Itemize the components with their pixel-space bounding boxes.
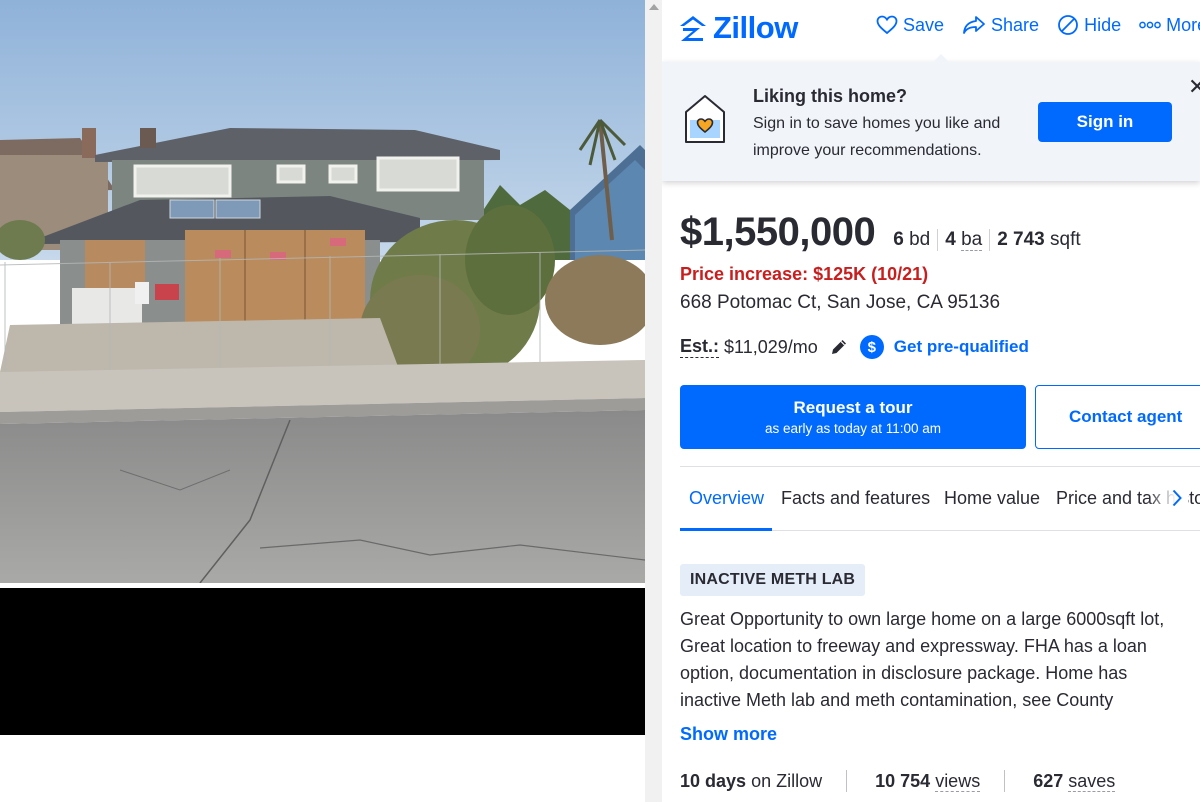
listing-price: $1,550,000 — [680, 210, 876, 254]
sqft-unit: sqft — [1050, 229, 1081, 250]
active-tab-indicator — [680, 528, 772, 531]
hide-label: Hide — [1084, 14, 1122, 35]
request-tour-button[interactable]: Request a tour as early as today at 11:0… — [680, 385, 1026, 449]
saves-stat[interactable]: 627 saves — [1033, 770, 1116, 792]
house-photo-illustration — [0, 0, 645, 583]
share-button[interactable]: Share — [962, 15, 1039, 36]
days-label: on Zillow — [751, 770, 823, 791]
price-row: $1,550,000 6 bd 4 ba 2 743 sqft — [680, 210, 1088, 255]
baths-fact[interactable]: 4 ba — [937, 229, 989, 251]
heart-icon — [876, 15, 898, 35]
dollar-icon: $ — [859, 335, 884, 359]
photo-placeholder — [0, 588, 645, 735]
tab-overflow-fade — [1148, 477, 1188, 521]
days-on-zillow: 10 days on Zillow — [680, 771, 822, 792]
est-value: $11,029/mo — [724, 336, 818, 357]
sign-in-button[interactable]: Sign in — [1038, 102, 1172, 142]
home-facts: 6 bd 4 ba 2 743 sqft — [893, 229, 1087, 251]
more-button[interactable]: More — [1139, 15, 1200, 36]
baths-value: 4 — [945, 229, 956, 250]
views-stat[interactable]: 10 754 views — [875, 770, 981, 792]
more-label: More — [1166, 14, 1200, 35]
close-icon[interactable]: ✕ — [1188, 74, 1200, 100]
header-actions: Save Share Hide Mor — [876, 14, 1200, 36]
estimated-payment-row: Est.: $11,029/mo $ Get pre-qualified — [680, 333, 1029, 361]
more-icon — [1139, 21, 1161, 29]
pencil-icon[interactable] — [830, 338, 848, 356]
hide-icon — [1058, 15, 1078, 35]
views-value: 10 754 — [875, 770, 931, 791]
promo-title: Liking this home? — [753, 86, 908, 106]
get-prequalified-link[interactable]: Get pre-qualified — [894, 337, 1029, 357]
tour-subtext: as early as today at 11:00 am — [764, 421, 942, 436]
section-tabs: Overview Facts and features Home value P… — [680, 466, 1200, 531]
listing-tag-badge: INACTIVE METH LAB — [680, 564, 866, 596]
scroll-up-arrow-icon[interactable] — [649, 4, 659, 10]
details-header: Zillow Save Share Hide Mor — [662, 0, 1200, 60]
listing-stats: 10 days on Zillow 10 754 views 627 saves — [680, 770, 1116, 792]
details-panel: Zillow Save Share Hide Mor Liking this h… — [662, 0, 1200, 802]
save-label: Save — [903, 14, 945, 35]
listing-description: Great Opportunity to own large home on a… — [680, 609, 1165, 710]
share-label: Share — [991, 14, 1040, 35]
baths-unit: ba — [961, 229, 983, 251]
stat-divider — [1004, 770, 1006, 792]
contact-agent-button[interactable]: Contact agent — [1035, 385, 1200, 449]
home-heart-icon — [684, 94, 726, 149]
days-value: 10 days — [680, 770, 747, 791]
beds-unit: bd — [909, 229, 931, 250]
beds-value: 6 — [893, 229, 904, 250]
chevron-right-icon[interactable] — [1172, 489, 1182, 512]
stat-divider — [846, 770, 848, 792]
hide-button[interactable]: Hide — [1057, 14, 1121, 36]
views-label: views — [935, 770, 981, 792]
zillow-logo[interactable]: Zillow — [679, 10, 798, 45]
scrollbar[interactable] — [645, 0, 662, 802]
sqft-fact: 2 743 sqft — [989, 229, 1087, 251]
est-label[interactable]: Est.: — [680, 336, 720, 358]
promo-pointer — [932, 54, 950, 63]
price-change: Price increase: $125K (10/21) — [680, 264, 929, 284]
promo-body: Sign in to save homes you like and impro… — [753, 115, 1001, 159]
sign-in-promo: Liking this home? Sign in to save homes … — [662, 54, 1200, 181]
sqft-value: 2 743 — [997, 229, 1045, 250]
saves-value: 627 — [1033, 770, 1064, 791]
listing-photo[interactable] — [0, 0, 645, 583]
beds-fact: 6 bd — [893, 229, 937, 251]
listing-address: 668 Potomac Ct, San Jose, CA 95136 — [680, 292, 1001, 313]
tab-home-value[interactable]: Home value — [944, 488, 1040, 509]
save-button[interactable]: Save — [876, 15, 944, 36]
photo-panel — [0, 0, 645, 802]
saves-label: saves — [1068, 770, 1116, 792]
tab-overview[interactable]: Overview — [689, 488, 764, 509]
tour-label: Request a tour — [793, 398, 913, 417]
show-more-link[interactable]: Show more — [680, 724, 777, 745]
logo-text: Zillow — [713, 10, 798, 45]
tab-facts-and-features[interactable]: Facts and features — [781, 488, 930, 509]
share-icon — [963, 16, 985, 34]
zillow-z-icon — [680, 16, 706, 41]
